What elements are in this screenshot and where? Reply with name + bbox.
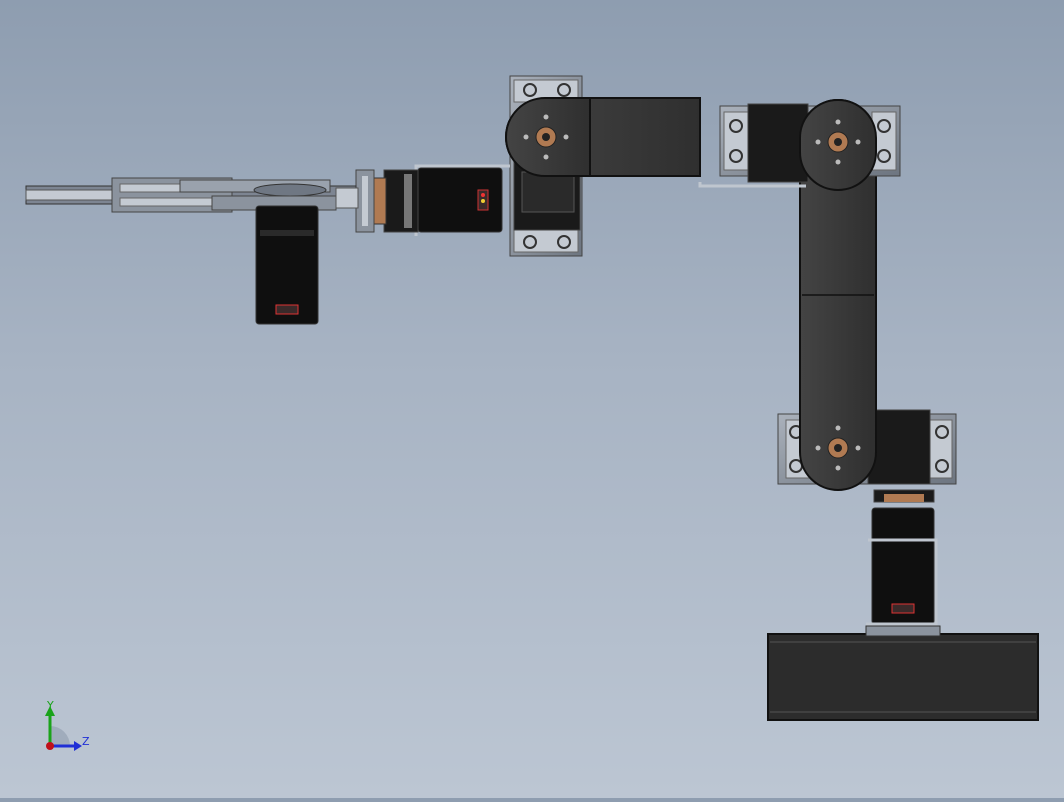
z-axis-label: Z [82,735,90,748]
base-servo[interactable] [865,489,941,637]
cad-viewport[interactable]: Y Z [0,0,1064,798]
axis-triad: Y Z [45,699,90,751]
gripper-servo[interactable] [255,205,319,325]
wrist-servo[interactable] [355,164,510,236]
base-block[interactable] [767,633,1039,721]
y-axis-label: Y [46,699,54,712]
model-canvas[interactable]: Y Z [0,0,1064,798]
